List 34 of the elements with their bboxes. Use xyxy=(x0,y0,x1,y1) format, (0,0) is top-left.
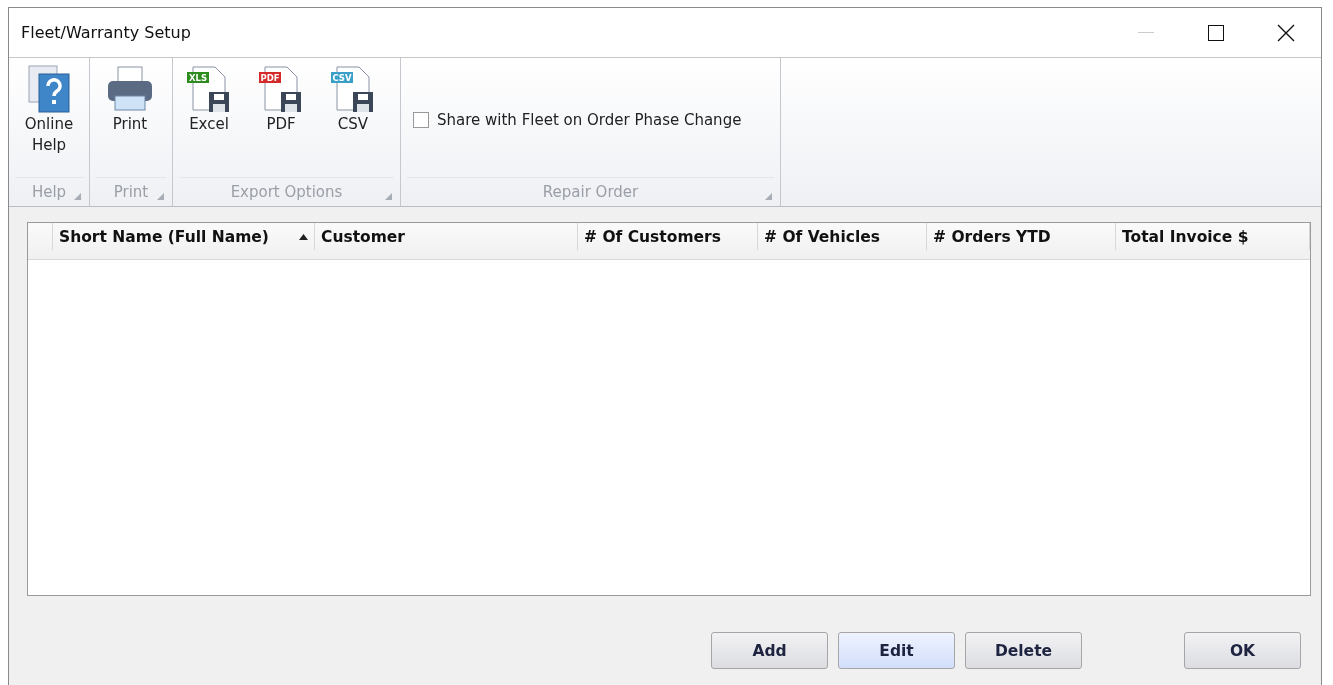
format-badge: XLS xyxy=(187,72,209,83)
format-badge: CSV xyxy=(331,72,353,83)
ribbon-button[interactable]: CSV CSV xyxy=(323,62,383,137)
share-checkbox[interactable]: Share with Fleet on Order Phase Change xyxy=(407,96,748,143)
column-header[interactable]: # Of Vehicles xyxy=(758,223,927,250)
window-title: Fleet/Warranty Setup xyxy=(20,23,192,42)
dialog-button[interactable]: Edit xyxy=(838,632,955,669)
column-header[interactable]: Customer xyxy=(315,223,578,250)
group-label: Help xyxy=(31,183,67,201)
checkbox[interactable] xyxy=(413,111,429,128)
dialog-launcher-icon[interactable] xyxy=(765,193,772,200)
group-label: Print xyxy=(113,183,149,201)
maximize-icon xyxy=(1208,24,1224,41)
ribbon-button[interactable]: Online Help xyxy=(15,62,83,158)
column-header[interactable]: # Of Customers xyxy=(578,223,758,250)
ribbon-button[interactable]: Print xyxy=(96,62,164,137)
dialog-button[interactable]: OK xyxy=(1184,632,1301,669)
column-header[interactable]: Short Name (Full Name) xyxy=(53,223,315,250)
printer-icon xyxy=(105,64,155,114)
dialog-button[interactable]: Add xyxy=(711,632,828,669)
group-label: Repair Order xyxy=(542,183,639,201)
minimize-icon xyxy=(1138,31,1154,34)
ribbon-button[interactable]: XLS Excel xyxy=(179,62,239,137)
column-header[interactable]: # Orders YTD xyxy=(927,223,1116,250)
dialog-launcher-icon[interactable] xyxy=(385,193,392,200)
ribbon-button[interactable]: PDF PDF xyxy=(251,62,311,137)
dialog-button[interactable]: Delete xyxy=(965,632,1082,669)
format-badge: PDF xyxy=(259,72,281,83)
column-header[interactable]: Total Invoice $ xyxy=(1116,223,1310,250)
dialog-launcher-icon[interactable] xyxy=(74,193,81,200)
help-document-icon xyxy=(27,64,71,114)
dialog-launcher-icon[interactable] xyxy=(157,193,164,200)
group-label: Export Options xyxy=(230,183,343,201)
close-icon xyxy=(1277,23,1295,42)
